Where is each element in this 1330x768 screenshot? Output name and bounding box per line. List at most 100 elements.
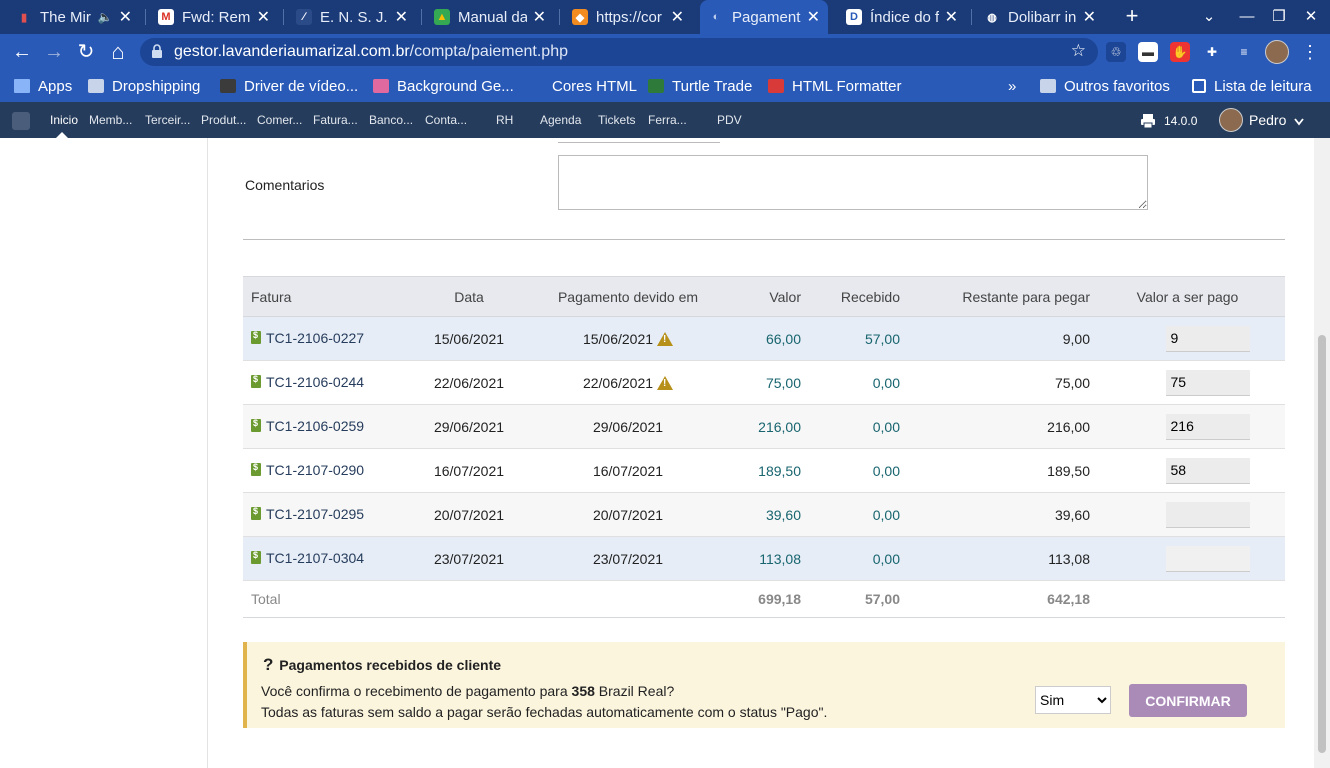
reading-list-button[interactable]: Lista de leitura — [1192, 76, 1312, 96]
warning-icon — [657, 375, 674, 390]
user-menu-name[interactable]: Pedro — [1249, 112, 1286, 128]
recycle-icon[interactable]: ♲ — [1106, 42, 1126, 62]
bookmark-dropshipping[interactable]: Dropshipping — [88, 76, 200, 96]
media-queue-icon[interactable]: ≡ — [1234, 42, 1254, 62]
bookmark-turtle-trade[interactable]: Turtle Trade — [648, 76, 752, 96]
tab-close-icon[interactable]: ✕ — [533, 7, 546, 27]
menu-item-inicio[interactable]: Inicio — [50, 113, 78, 127]
amount-to-pay-input[interactable] — [1165, 413, 1250, 440]
new-tab-button[interactable]: + — [1122, 4, 1142, 30]
table-row: TC1-2107-030423/07/202123/07/2021113,080… — [243, 536, 1285, 581]
amount-to-pay-input[interactable] — [1165, 369, 1250, 396]
table-row: TC1-2106-022715/06/202115/06/202166,0057… — [243, 316, 1285, 361]
amount-to-pay-input[interactable] — [1165, 501, 1250, 528]
bookmark-label: Background Ge... — [397, 77, 514, 95]
left-sidebar — [0, 138, 208, 768]
invoice-remaining: 75,00 — [900, 360, 1090, 405]
bookmark-background-ge[interactable]: Background Ge... — [373, 76, 514, 96]
browser-tab[interactable]: ▲ Manual da ✕ — [426, 4, 554, 30]
bookmark-star-icon[interactable]: ☆ — [1071, 41, 1086, 61]
tab-close-icon[interactable]: ✕ — [395, 7, 408, 27]
forward-icon[interactable]: → — [42, 40, 66, 64]
browser-tab[interactable]: ▮ The Mir 🔈 ✕ — [8, 4, 140, 30]
tab-close-icon[interactable]: ✕ — [257, 7, 270, 27]
scrollbar-thumb[interactable] — [1318, 335, 1326, 753]
total-value: 699,18 — [733, 580, 801, 618]
browser-tab[interactable]: M Fwd: Rema ✕ — [150, 4, 278, 30]
menu-item-fatura[interactable]: Fatura... — [313, 113, 358, 127]
tab-close-icon[interactable]: ✕ — [807, 7, 820, 27]
invoice-link[interactable]: TC1-2107-0290 — [251, 462, 364, 478]
back-icon[interactable]: ← — [10, 40, 34, 64]
menu-item-tickets[interactable]: Tickets — [598, 113, 636, 127]
menu-item-rh[interactable]: RH — [496, 113, 513, 127]
tab-close-icon[interactable]: ✕ — [945, 7, 958, 27]
browser-tab[interactable]: ◆ https://cor ✕ — [564, 4, 692, 30]
user-avatar[interactable] — [1219, 108, 1243, 132]
menu-item-comer[interactable]: Comer... — [257, 113, 302, 127]
invoice-icon — [251, 418, 261, 433]
restore-icon[interactable]: ❐ — [1266, 4, 1292, 30]
tab-close-icon[interactable]: ✕ — [119, 7, 132, 27]
hand-blocker-icon[interactable]: ✋ — [1170, 42, 1190, 62]
bookmark-html-formatter[interactable]: HTML Formatter — [768, 76, 901, 96]
invoice-due-date: 29/06/2021 — [523, 404, 733, 449]
menu-item-conta[interactable]: Conta... — [425, 113, 467, 127]
invoice-due-date: 15/06/2021 — [523, 316, 733, 361]
invoice-date: 29/06/2021 — [415, 404, 523, 449]
amount-to-pay-input[interactable] — [1165, 545, 1250, 572]
invoice-link[interactable]: TC1-2106-0244 — [251, 374, 364, 390]
amount-to-pay-input[interactable] — [1165, 325, 1250, 352]
amount-to-pay-input[interactable] — [1165, 457, 1250, 484]
tab-search-icon[interactable]: ⌄ — [1196, 4, 1222, 30]
invoice-link[interactable]: TC1-2106-0259 — [251, 418, 364, 434]
menu-item-ferra[interactable]: Ferra... — [648, 113, 687, 127]
invoice-link[interactable]: TC1-2107-0295 — [251, 506, 364, 522]
other-bookmarks-folder[interactable]: Outros favoritos — [1040, 76, 1170, 96]
bookmarks-overflow-icon[interactable]: » — [1008, 76, 1016, 96]
bookmark-apps[interactable]: Apps — [14, 76, 72, 96]
profile-avatar[interactable] — [1265, 40, 1289, 64]
bookmark-label: HTML Formatter — [792, 77, 902, 95]
tab-favicon-icon: M — [158, 9, 174, 25]
menu-item-pdv[interactable]: PDV — [717, 113, 742, 127]
confirm-button[interactable]: CONFIRMAR — [1129, 684, 1247, 717]
apps-grid-icon — [14, 79, 30, 93]
speaker-icon[interactable]: 🔈 — [98, 10, 113, 24]
tab-close-icon[interactable]: ✕ — [671, 7, 684, 27]
minimize-icon[interactable]: — — [1234, 4, 1260, 30]
invoice-icon — [251, 330, 261, 345]
dolibarr-logo-icon[interactable] — [12, 112, 30, 130]
browser-tab[interactable]: ∕ E. N. S. J. C ✕ — [288, 4, 416, 30]
browser-tab[interactable]: D Índice do f ✕ — [838, 4, 966, 30]
print-icon[interactable] — [1140, 113, 1156, 129]
menu-item-agenda[interactable]: Agenda — [540, 113, 581, 127]
menu-item-banco[interactable]: Banco... — [369, 113, 413, 127]
invoice-link[interactable]: TC1-2107-0304 — [251, 550, 364, 566]
header-due-date: Pagamento devido em — [523, 276, 733, 317]
puzzle-icon[interactable]: ✚ — [1202, 42, 1222, 62]
previous-field-edge — [558, 138, 720, 143]
header-to-pay: Valor a ser pago — [1090, 276, 1285, 317]
chevron-down-icon[interactable] — [1294, 118, 1304, 126]
menu-item-terceir[interactable]: Terceir... — [145, 113, 190, 127]
address-bar[interactable]: gestor.lavanderiaumarizal.com.br/compta/… — [140, 38, 1098, 66]
tab-close-icon[interactable]: ✕ — [1083, 7, 1096, 27]
comments-textarea[interactable] — [558, 155, 1148, 210]
browser-tab[interactable]: ◍ Dolibarr in ✕ — [976, 4, 1104, 30]
tab-title: Fwd: Rema — [182, 8, 251, 26]
home-icon[interactable]: ⌂ — [106, 40, 130, 64]
invoice-icon — [251, 550, 261, 565]
menu-item-produt[interactable]: Produt... — [201, 113, 246, 127]
browser-menu-icon[interactable]: ⋮ — [1298, 40, 1322, 64]
bookmark-cores-html[interactable]: Cores HTML — [528, 76, 637, 96]
menu-item-memb[interactable]: Memb... — [89, 113, 132, 127]
invoice-link[interactable]: TC1-2106-0227 — [251, 330, 364, 346]
window-close-icon[interactable]: ✕ — [1298, 4, 1324, 30]
reload-icon[interactable]: ↻ — [74, 40, 98, 64]
confirm-select[interactable]: Sim — [1035, 686, 1111, 714]
browser-tab[interactable]: ◐ Pagamento ✕ — [700, 0, 828, 34]
bookmark-driver-de-v-deo[interactable]: Driver de vídeo... — [220, 76, 358, 96]
invoice-remaining: 39,60 — [900, 492, 1090, 537]
nav-extension-icon[interactable]: ▬ — [1138, 42, 1158, 62]
